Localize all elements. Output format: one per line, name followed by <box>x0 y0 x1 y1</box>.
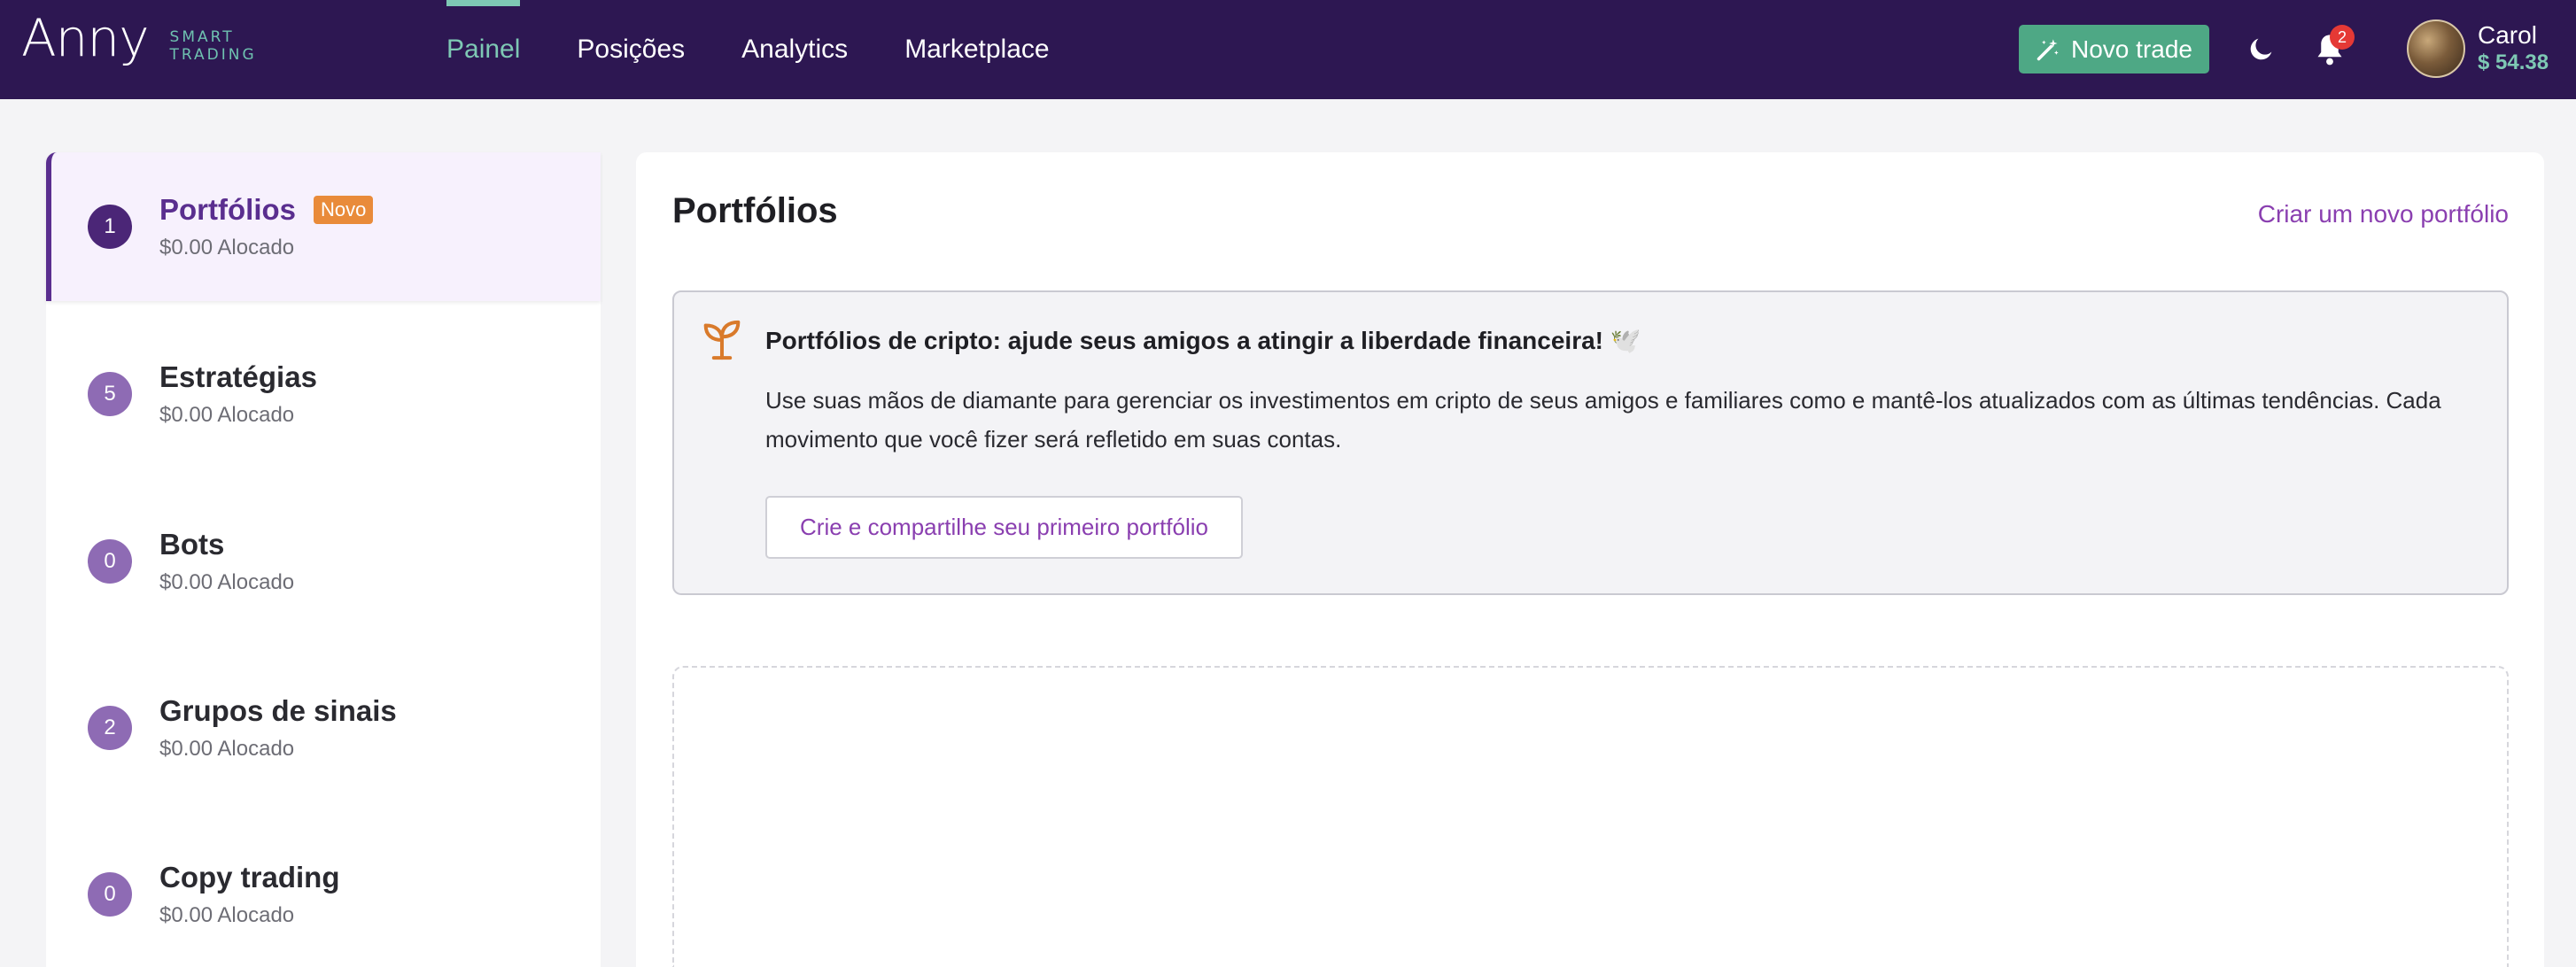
sidebar-item-subtitle: $0.00 Alocado <box>159 236 295 259</box>
sidebar-item-text: Grupos de sinais $0.00 Alocado <box>159 694 397 762</box>
nav-analytics[interactable]: Analytics <box>741 0 848 99</box>
sidebar-item-title-row: Portfólios Novo <box>159 193 374 227</box>
user-info[interactable]: Carol $ 54.38 <box>2478 21 2549 76</box>
sidebar-item-title: Copy trading <box>159 861 340 894</box>
promo-card: Portfólios de cripto: ajude seus amigos … <box>672 290 2509 595</box>
sidebar-item-text: Estratégias $0.00 Alocado <box>159 360 317 428</box>
sidebar-item-title: Estratégias <box>159 360 317 393</box>
new-trade-button[interactable]: Novo trade <box>2019 25 2209 73</box>
magic-wand-icon <box>2037 38 2059 60</box>
moon-icon[interactable] <box>2246 34 2277 64</box>
count-badge: 1 <box>88 205 132 249</box>
sidebar-item-estrategias[interactable]: 5 Estratégias $0.00 Alocado <box>46 320 601 468</box>
sidebar: 1 Portfólios Novo $0.00 Alocado 5 Estrat… <box>46 152 601 967</box>
new-badge: Novo <box>314 196 374 224</box>
create-first-portfolio-button[interactable]: Crie e compartilhe seu primeiro portfóli… <box>765 496 1243 559</box>
sidebar-item-portfolios[interactable]: 1 Portfólios Novo $0.00 Alocado <box>46 152 601 301</box>
empty-portfolio-placeholder <box>672 666 2509 967</box>
logo-sub-line2: TRADING <box>169 46 257 64</box>
count-badge: 2 <box>88 706 132 750</box>
promo-description: Use suas mãos de diamante para gerenciar… <box>765 387 2441 453</box>
logo-sub-line1: SMART <box>169 28 235 46</box>
promo-title: Portfólios de cripto: ajude seus amigos … <box>765 327 1641 354</box>
sidebar-item-text: Copy trading $0.00 Alocado <box>159 861 340 928</box>
count-badge: 0 <box>88 872 132 917</box>
sidebar-item-title: Bots <box>159 528 225 561</box>
notification-count-badge: 2 <box>2330 25 2355 50</box>
sidebar-item-grupos-de-sinais[interactable]: 2 Grupos de sinais $0.00 Alocado <box>46 654 601 802</box>
sidebar-item-text: Portfólios Novo $0.00 Alocado <box>159 193 374 260</box>
count-badge: 5 <box>88 372 132 416</box>
sidebar-item-subtitle: $0.00 Alocado <box>159 737 295 761</box>
top-navbar: Anny SMART TRADING Painel Posições Analy… <box>0 0 2576 99</box>
main-nav: Painel Posições Analytics Marketplace <box>446 0 1106 99</box>
sidebar-item-text: Bots $0.00 Alocado <box>159 528 294 595</box>
sidebar-item-copy-trading[interactable]: 0 Copy trading $0.00 Alocado <box>46 820 601 967</box>
avatar[interactable] <box>2407 19 2465 78</box>
nav-painel[interactable]: Painel <box>446 0 521 99</box>
page-title: Portfólios <box>672 191 838 230</box>
count-badge: 0 <box>88 539 132 584</box>
logo-wordmark: Anny <box>21 8 150 68</box>
sidebar-item-title: Grupos de sinais <box>159 694 397 727</box>
user-name: Carol <box>2478 21 2537 49</box>
sidebar-item-title: Portfólios <box>159 193 296 226</box>
main-panel: Portfólios Criar um novo portfólio Portf… <box>636 152 2544 967</box>
sidebar-item-bots[interactable]: 0 Bots $0.00 Alocado <box>46 487 601 636</box>
sidebar-item-subtitle: $0.00 Alocado <box>159 903 295 927</box>
nav-marketplace[interactable]: Marketplace <box>904 0 1049 99</box>
logo-subtitle: SMART TRADING <box>170 28 257 64</box>
nav-posicoes[interactable]: Posições <box>577 0 685 99</box>
app-logo[interactable]: Anny SMART TRADING <box>21 12 257 64</box>
sidebar-item-subtitle: $0.00 Alocado <box>159 403 295 427</box>
sprout-icon <box>703 320 741 360</box>
new-trade-label: Novo trade <box>2071 35 2192 63</box>
create-portfolio-link[interactable]: Criar um novo portfólio <box>2258 200 2509 228</box>
sidebar-item-subtitle: $0.00 Alocado <box>159 570 295 594</box>
user-balance: $ 54.38 <box>2478 50 2549 74</box>
